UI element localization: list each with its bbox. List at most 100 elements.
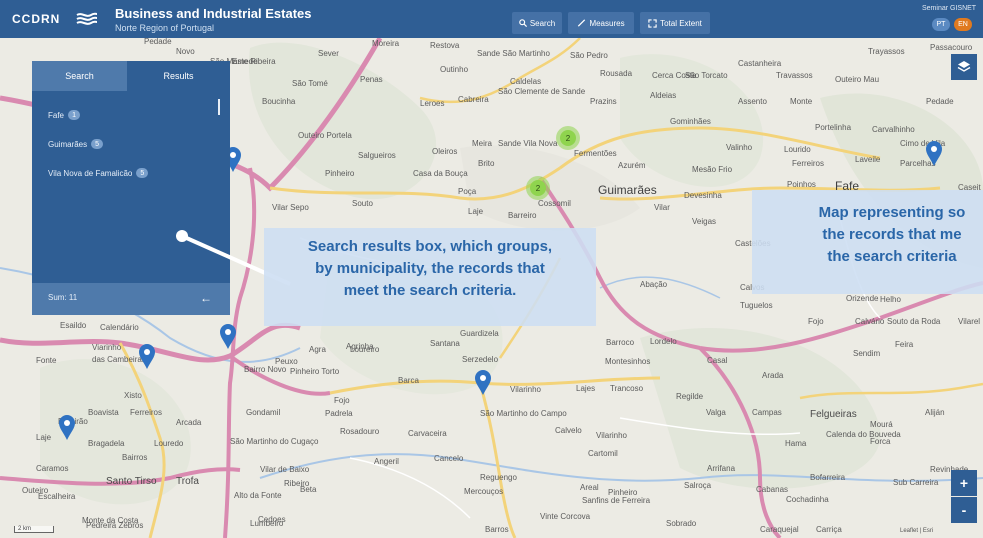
user-name: Seminar GISNET bbox=[922, 5, 977, 12]
place-label: Ribeirão bbox=[58, 417, 88, 426]
results-scrollbar[interactable] bbox=[218, 99, 220, 115]
result-count-badge: 5 bbox=[136, 168, 149, 178]
place-label: Bairros bbox=[122, 453, 148, 462]
place-label: Fojo bbox=[334, 396, 350, 405]
place-label: Sande Vila Nova bbox=[498, 139, 558, 148]
place-label: Lordelo bbox=[650, 337, 677, 346]
place-label: São Martinho do Cugaço bbox=[230, 437, 319, 446]
place-label: São Clemente de Sande bbox=[498, 87, 586, 96]
place-label: Barca bbox=[398, 376, 419, 385]
place-label: Pinheiro bbox=[608, 488, 638, 497]
place-label: Valga bbox=[706, 408, 726, 417]
place-label: Arcada bbox=[176, 418, 202, 427]
place-label: Outeiro Mau bbox=[835, 75, 880, 84]
place-label: Santana bbox=[430, 339, 460, 348]
place-label: Barros bbox=[485, 525, 509, 534]
place-label: Caldelas bbox=[510, 77, 542, 86]
place-label: Feira bbox=[895, 340, 914, 349]
place-label: Carvalhinho bbox=[872, 125, 915, 134]
place-label: Louredo bbox=[154, 439, 184, 448]
place-label: Arada bbox=[762, 371, 784, 380]
place-label: Angeril bbox=[374, 457, 399, 466]
zoom-in-button[interactable]: + bbox=[951, 470, 977, 496]
place-label: Leroes bbox=[420, 99, 445, 108]
place-label: Fermentões bbox=[574, 149, 617, 158]
place-label: Carriça bbox=[816, 525, 842, 534]
place-label: Barroco bbox=[606, 338, 635, 347]
place-label: Agrinha bbox=[346, 342, 374, 351]
place-label: Este Ribeira bbox=[232, 57, 276, 66]
place-label: das Cambeiras bbox=[92, 355, 146, 364]
place-label: Montesinhos bbox=[605, 357, 651, 366]
lang-pt-button[interactable]: PT bbox=[932, 18, 950, 31]
place-label: Bofarreira bbox=[810, 473, 846, 482]
callout-line: Search results box, which groups, bbox=[307, 238, 553, 255]
place-label: Gondamil bbox=[246, 408, 281, 417]
place-label: Mesão Frio bbox=[692, 165, 733, 174]
place-label: Agra bbox=[309, 345, 326, 354]
place-label: Pinheiro bbox=[325, 169, 355, 178]
tab-results[interactable]: Results bbox=[127, 61, 230, 91]
place-label: Trayassos bbox=[868, 47, 905, 56]
result-count-badge: 5 bbox=[91, 139, 104, 149]
place-label: Cimo de Vila bbox=[900, 139, 946, 148]
lang-en-button[interactable]: EN bbox=[954, 18, 972, 31]
place-label: Orizende bbox=[846, 294, 879, 303]
place-label: Sande São Martinho bbox=[477, 49, 550, 58]
place-label: Salgueiros bbox=[358, 151, 396, 160]
place-label: Forca bbox=[870, 437, 891, 446]
place-label: Vinte Corcova bbox=[540, 512, 591, 521]
place-label: Devesinha bbox=[684, 191, 722, 200]
layers-button[interactable] bbox=[951, 54, 977, 80]
place-label: São Martinho do Campo bbox=[480, 409, 567, 418]
results-sum: Sum: 11 bbox=[48, 293, 78, 302]
result-item-guimaraes[interactable]: Guimarães 5 bbox=[48, 139, 104, 149]
app-subtitle: Norte Region of Portugal bbox=[115, 23, 215, 33]
place-label: Campas bbox=[752, 408, 782, 417]
map-attribution[interactable]: Leaflet | Esri bbox=[900, 528, 933, 534]
place-label: Novo bbox=[176, 47, 195, 56]
place-label: Mourá bbox=[870, 420, 893, 429]
callout-line: the records that me bbox=[822, 226, 962, 243]
place-label: Casal bbox=[707, 356, 728, 365]
place-label: Assento bbox=[738, 97, 767, 106]
place-label: Pedade bbox=[144, 38, 172, 46]
place-label: Laveile bbox=[855, 155, 881, 164]
results-footer: Sum: 11 ← bbox=[32, 283, 230, 315]
place-label: Ferreiros bbox=[792, 159, 825, 168]
measures-button[interactable]: Measures bbox=[568, 12, 634, 34]
place-label: Oleiros bbox=[432, 147, 458, 156]
place-label: Fojo bbox=[808, 317, 824, 326]
place-label: Hama bbox=[785, 439, 807, 448]
place-label: Boavista bbox=[88, 408, 119, 417]
place-label: Guimarães bbox=[598, 183, 657, 197]
place-label: Pedreira Zebros bbox=[86, 521, 144, 530]
place-label: Outeiro Portela bbox=[298, 131, 352, 140]
place-label: Calvelo bbox=[555, 426, 582, 435]
place-label: Felgueiras bbox=[810, 409, 857, 420]
arrow-left-icon[interactable]: ← bbox=[200, 291, 212, 305]
place-label: Veigas bbox=[692, 217, 717, 226]
place-label: Bragadela bbox=[88, 439, 125, 448]
zoom-out-button[interactable]: - bbox=[951, 497, 977, 523]
callout-results-box: Search results box, which groups, by mun… bbox=[264, 228, 596, 326]
place-label: Helho bbox=[880, 295, 901, 304]
place-label: Vilarinho bbox=[510, 385, 541, 394]
place-label: Lumbeiro bbox=[250, 519, 284, 528]
layers-icon bbox=[957, 61, 971, 72]
place-label: Calendário bbox=[100, 323, 139, 332]
result-item-vila-nova-de-famalicao[interactable]: Vila Nova de Famalicão 5 bbox=[48, 168, 149, 178]
place-label: Portelinha bbox=[815, 123, 852, 132]
total-extent-button[interactable]: Total Extent bbox=[640, 12, 710, 34]
place-label: Prazins bbox=[590, 97, 617, 106]
place-label: Ferreiros bbox=[130, 408, 163, 417]
result-municipality: Guimarães bbox=[48, 139, 88, 149]
place-label: Azurém bbox=[618, 161, 646, 170]
place-label: Meira bbox=[472, 139, 493, 148]
place-label: Penas bbox=[360, 75, 383, 84]
tab-search[interactable]: Search bbox=[32, 61, 127, 91]
place-label: Gominhães bbox=[670, 117, 711, 126]
search-button[interactable]: Search bbox=[512, 12, 562, 34]
result-item-fafe[interactable]: Fafe 1 bbox=[48, 110, 81, 120]
place-label: Salroça bbox=[684, 481, 712, 490]
